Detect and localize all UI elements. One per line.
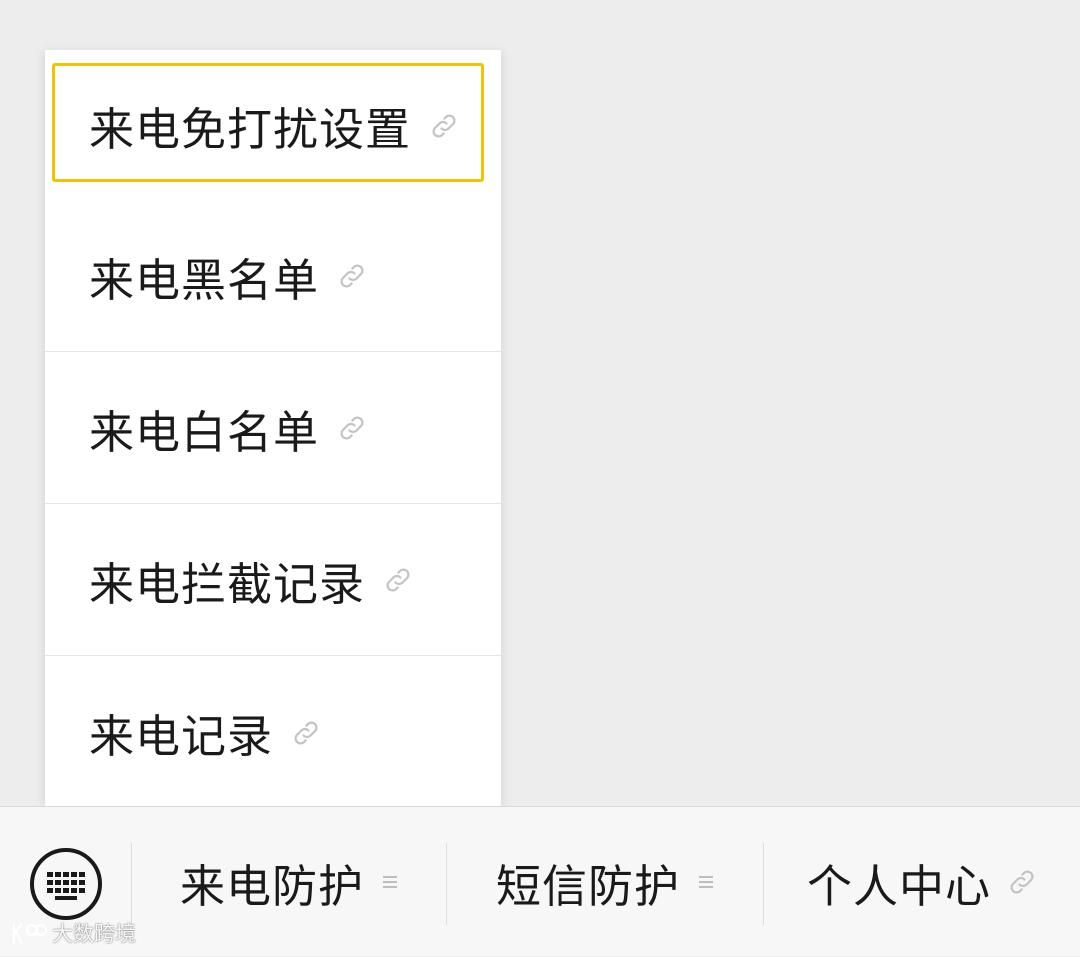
menu-item-whitelist[interactable]: 来电白名单 <box>45 353 501 504</box>
menu-item-label: 来电拦截记录 <box>89 557 366 611</box>
link-icon <box>340 416 364 440</box>
bottom-tab-bar: 来电防护 短信防护 个人中心 <box>0 806 1080 956</box>
menu-icon <box>699 876 713 888</box>
menu-item-label: 来电黑名单 <box>89 253 320 307</box>
tab-call-protection[interactable]: 来电防护 <box>132 807 446 957</box>
link-icon <box>1010 870 1034 894</box>
menu-item-block-records[interactable]: 来电拦截记录 <box>45 505 501 656</box>
tab-label: 来电防护 <box>179 859 364 913</box>
tab-sms-protection[interactable]: 短信防护 <box>447 807 763 957</box>
menu-item-label: 来电白名单 <box>89 405 320 459</box>
link-icon <box>432 113 456 138</box>
watermark-text: 大数跨境 <box>52 922 136 946</box>
menu-item-blacklist[interactable]: 来电黑名单 <box>45 201 501 352</box>
link-icon <box>294 720 318 745</box>
keyboard-icon[interactable] <box>29 847 103 921</box>
menu-item-call-records[interactable]: 来电记录 <box>45 657 501 808</box>
link-icon <box>386 568 410 592</box>
menu-item-label: 来电免打扰设置 <box>89 103 412 156</box>
watermark: 大数跨境 <box>8 918 136 948</box>
menu-item-label: 来电记录 <box>89 710 274 763</box>
menu-icon <box>383 876 397 888</box>
watermark-logo-icon <box>12 923 48 945</box>
link-icon <box>340 264 364 288</box>
popup-menu: 来电免打扰设置 来电黑名单 来电白名单 来电拦截记录 来电记录 <box>45 50 501 806</box>
menu-item-do-not-disturb-settings[interactable]: 来电免打扰设置 <box>45 50 501 201</box>
tab-personal-center[interactable]: 个人中心 <box>764 807 1080 957</box>
tab-label: 短信防护 <box>495 859 680 913</box>
tab-label: 个人中心 <box>806 859 991 913</box>
